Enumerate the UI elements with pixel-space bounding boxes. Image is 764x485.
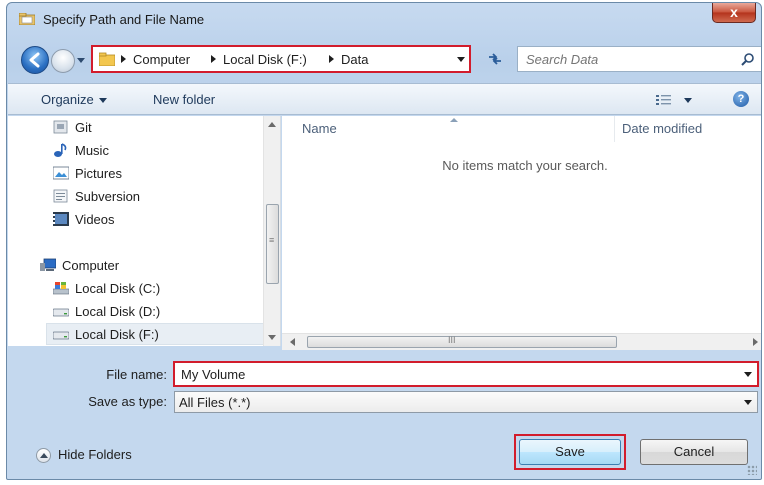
save-as-type-value: All Files (*.*) [179, 395, 251, 410]
file-name-label: File name: [106, 367, 167, 382]
nav-item-pictures[interactable]: Pictures [53, 163, 253, 185]
search-box[interactable] [517, 46, 761, 72]
search-icon[interactable] [741, 52, 755, 66]
dialog-title: Specify Path and File Name [43, 12, 205, 27]
scroll-up-icon[interactable] [268, 122, 276, 127]
file-list-horizontal-scrollbar[interactable]: III [282, 333, 761, 350]
empty-folder-message: No items match your search. [442, 158, 608, 173]
organize-button[interactable]: Organize [41, 92, 107, 107]
resize-grip[interactable] [747, 465, 757, 475]
recent-locations-dropdown-icon[interactable] [77, 58, 85, 63]
horizontal-scroll-thumb[interactable]: III [307, 335, 617, 348]
new-folder-button[interactable]: New folder [153, 92, 215, 107]
file-name-field[interactable] [173, 361, 759, 387]
forward-button[interactable] [51, 49, 75, 73]
help-icon[interactable]: ? [733, 91, 749, 107]
file-name-input[interactable] [181, 366, 721, 383]
organize-dropdown-icon [98, 98, 107, 104]
scroll-right-icon[interactable] [753, 338, 758, 346]
video-icon [53, 212, 69, 226]
drive-icon [53, 331, 69, 340]
nav-item-git[interactable]: Git [53, 117, 253, 139]
nav-item-subversion[interactable]: Subversion [53, 186, 253, 208]
folder-icon [99, 52, 115, 66]
dialog-folder-icon [19, 13, 35, 25]
save-as-type-select[interactable]: All Files (*.*) [174, 391, 758, 413]
scroll-grip-icon: ≡ [269, 235, 275, 245]
refresh-button[interactable] [486, 50, 504, 68]
sort-ascending-icon [450, 118, 458, 122]
refresh-icon [489, 53, 501, 65]
breadcrumb-local-disk-f[interactable]: Local Disk (F:) [223, 52, 307, 67]
address-history-dropdown-icon[interactable] [457, 57, 465, 62]
nav-item-music[interactable]: Music [53, 140, 253, 162]
system-drive-icon [53, 282, 69, 295]
navigation-pane: Git Music Pictures Subversion Videos Com… [8, 116, 281, 346]
back-button[interactable] [21, 46, 49, 74]
file-list: Name Date modified No items match your s… [282, 116, 761, 346]
views-dropdown-icon[interactable] [684, 98, 692, 103]
hide-folders-button[interactable]: Hide Folders [58, 447, 132, 462]
nav-item-local-disk-f[interactable]: Local Disk (F:) [46, 323, 264, 345]
breadcrumb-computer[interactable]: Computer [133, 52, 190, 67]
nav-item-computer[interactable]: Computer [40, 255, 240, 277]
breadcrumb-separator-icon[interactable] [211, 55, 216, 63]
nav-item-local-disk-d[interactable]: Local Disk (D:) [53, 301, 253, 323]
search-input[interactable] [526, 50, 726, 68]
nav-item-local-disk-c[interactable]: Local Disk (C:) [53, 278, 253, 300]
hide-folders-chevron-icon[interactable] [36, 448, 51, 463]
git-folder-icon [53, 120, 68, 134]
cancel-button[interactable]: Cancel [640, 439, 748, 465]
file-name-dropdown-icon[interactable] [744, 372, 752, 377]
computer-icon [40, 258, 56, 271]
column-divider[interactable] [614, 116, 615, 142]
save-as-type-dropdown-icon[interactable] [744, 400, 752, 405]
document-folder-icon [53, 189, 68, 203]
nav-item-videos[interactable]: Videos [53, 209, 253, 231]
nav-pane-scrollbar[interactable]: ≡ [263, 116, 280, 346]
scroll-left-icon[interactable] [290, 338, 295, 346]
scroll-grip-icon: III [448, 335, 456, 345]
breadcrumb-separator-icon[interactable] [121, 55, 126, 63]
back-arrow-icon [29, 52, 40, 68]
drive-icon [53, 308, 69, 317]
close-button[interactable]: x [712, 3, 756, 23]
breadcrumb-data[interactable]: Data [341, 52, 368, 67]
command-bar: Organize New folder ? [8, 83, 761, 115]
pictures-icon [53, 166, 69, 180]
breadcrumb-separator-icon[interactable] [329, 55, 334, 63]
organize-label: Organize [41, 92, 94, 107]
save-as-type-label: Save as type: [88, 394, 167, 409]
column-header-date-modified[interactable]: Date modified [622, 121, 702, 136]
music-icon [54, 143, 67, 157]
address-bar[interactable]: Computer Local Disk (F:) Data [91, 45, 471, 73]
column-header-name[interactable]: Name [302, 121, 337, 136]
nav-scroll-thumb[interactable]: ≡ [266, 204, 279, 284]
views-icon[interactable] [656, 94, 672, 106]
save-dialog: Specify Path and File Name x Computer Lo… [6, 2, 762, 480]
title-bar: Specify Path and File Name x [7, 3, 761, 33]
save-button[interactable]: Save [519, 439, 621, 465]
scroll-down-icon[interactable] [268, 335, 276, 340]
